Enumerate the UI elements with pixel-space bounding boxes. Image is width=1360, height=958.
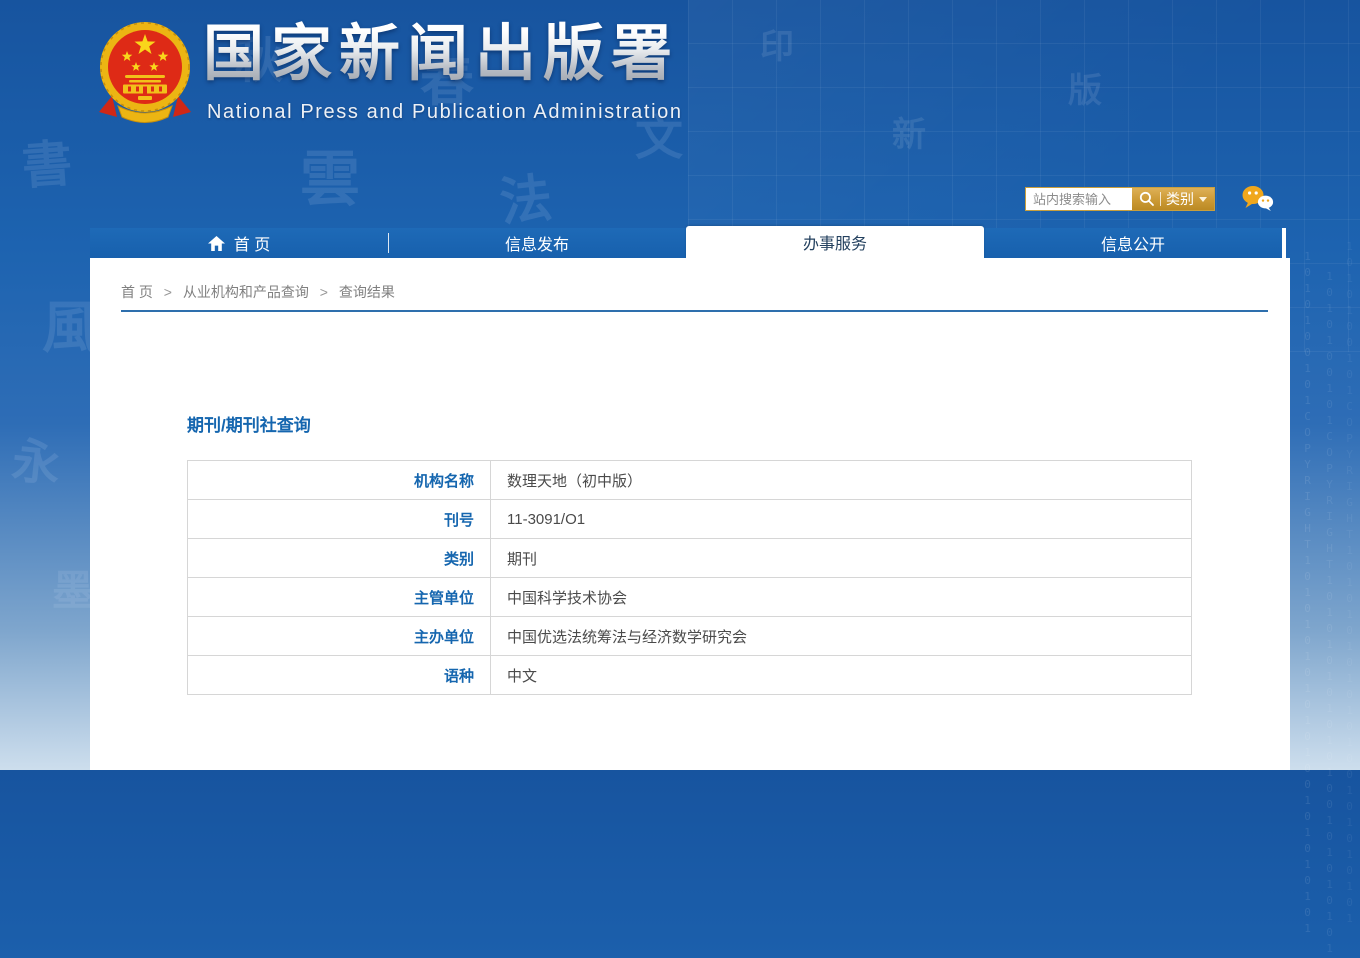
breadcrumb-home-link[interactable]: 首 页 — [121, 284, 153, 300]
main-nav: 首 页 信息发布 办事服务 信息公开 — [90, 226, 1286, 258]
category-dropdown[interactable]: 类别 — [1166, 189, 1207, 209]
search-input[interactable] — [1026, 188, 1132, 210]
breadcrumb-query-link[interactable]: 从业机构和产品查询 — [183, 284, 309, 300]
row-label: 语种 — [187, 655, 491, 695]
nav-tab-news[interactable]: 信息发布 — [388, 228, 686, 258]
national-emblem-logo — [94, 20, 196, 128]
row-label: 主管单位 — [187, 577, 491, 617]
nav-tab-label: 办事服务 — [802, 236, 867, 253]
row-label: 刊号 — [187, 499, 491, 539]
row-value: 中国优选法统筹法与经济数学研究会 — [490, 616, 1192, 656]
table-row: 主办单位 中国优选法统筹法与经济数学研究会 — [187, 616, 1192, 656]
search-row: 类别 — [1025, 186, 1275, 212]
texture-glyph: 書 — [20, 135, 74, 195]
texture-glyph: 印 — [760, 28, 794, 66]
site-subtitle: National Press and Publication Administr… — [207, 101, 683, 123]
breadcrumb-separator: > — [163, 284, 172, 300]
table-row: 类别 期刊 — [187, 538, 1192, 578]
row-label: 机构名称 — [187, 460, 491, 500]
binary-texture: 1010100101COPYRIGHT101010101010100101010… — [1343, 240, 1356, 928]
row-value: 11-3091/O1 — [490, 499, 1192, 539]
nav-tab-label: 信息公开 — [1100, 237, 1165, 254]
table-row: 语种 中文 — [187, 655, 1192, 695]
row-value: 数理天地（初中版） — [490, 460, 1192, 500]
table-row: 主管单位 中国科学技术协会 — [187, 577, 1192, 617]
nav-tab-home[interactable]: 首 页 — [90, 228, 388, 258]
site-search: 类别 — [1025, 187, 1215, 211]
table-row: 机构名称 数理天地（初中版） — [187, 460, 1192, 500]
nav-tab-label: 首 页 — [233, 237, 271, 254]
content-panel: 首 页 > 从业机构和产品查询 > 查询结果 期刊/期刊社查询 机构名称 数理天… — [90, 258, 1290, 770]
binary-texture: 1010100101COPYRIGHT101010101010100101010… — [1301, 250, 1314, 938]
table-row: 刊号 11-3091/O1 — [187, 499, 1192, 539]
breadcrumb-current: 查询结果 — [338, 284, 395, 300]
row-value: 期刊 — [490, 538, 1192, 578]
search-button[interactable]: 类别 — [1132, 188, 1214, 210]
binary-texture: 1010100101COPYRIGHT101010101010100101010… — [1323, 270, 1336, 958]
texture-glyph: 法 — [497, 169, 555, 233]
row-label: 主办单位 — [187, 616, 491, 656]
nav-tab-services[interactable]: 办事服务 — [686, 226, 984, 258]
texture-glyph: 墨 — [52, 567, 95, 614]
row-label: 类别 — [187, 538, 491, 578]
texture-glyph: 永 — [9, 434, 63, 493]
divider — [1160, 192, 1161, 206]
result-table: 机构名称 数理天地（初中版） 刊号 11-3091/O1 类别 期刊 主管单位 … — [187, 460, 1192, 695]
site-title: 国家新闻出版署 — [203, 19, 680, 87]
breadcrumb-divider — [121, 310, 1268, 312]
row-value: 中国科学技术协会 — [490, 577, 1192, 617]
search-icon[interactable] — [1139, 191, 1155, 207]
page-title: 期刊/期刊社查询 — [187, 416, 311, 435]
nav-tab-disclosure[interactable]: 信息公开 — [984, 228, 1282, 258]
breadcrumb: 首 页 > 从业机构和产品查询 > 查询结果 — [121, 282, 395, 302]
nav-tab-label: 信息发布 — [504, 237, 569, 254]
wechat-icon[interactable] — [1241, 185, 1275, 213]
category-label: 类别 — [1166, 191, 1194, 207]
texture-glyph: 新 — [892, 116, 926, 154]
chevron-down-icon — [1199, 196, 1207, 202]
row-value: 中文 — [490, 655, 1192, 695]
breadcrumb-separator: > — [319, 284, 328, 300]
home-icon — [207, 235, 225, 251]
texture-glyph: 雲 — [300, 146, 360, 213]
texture-glyph: 版 — [1068, 72, 1102, 110]
